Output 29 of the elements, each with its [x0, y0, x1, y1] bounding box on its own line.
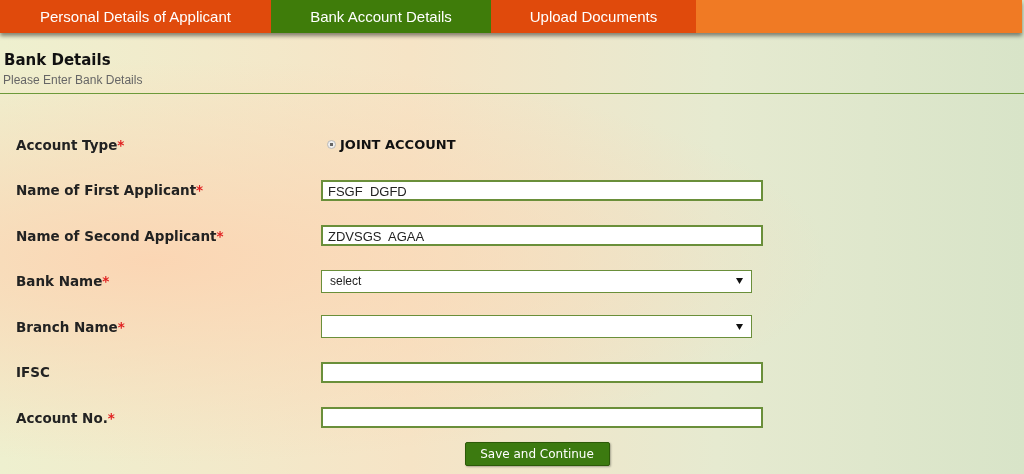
field-label: Account No. — [16, 409, 108, 426]
field-label: Branch Name — [16, 318, 118, 335]
save-button[interactable]: Save and Continue — [464, 441, 610, 466]
field-label: Bank Name — [16, 273, 103, 290]
tab[interactable]: Personal Details of Applicant — [0, 0, 271, 33]
caret-icon — [736, 323, 743, 330]
field-label: IFSC — [16, 364, 50, 381]
input-field[interactable]: FSGF DGFD — [321, 179, 763, 201]
radio-label: JOINT ACCOUNT — [340, 137, 456, 153]
tab[interactable]: Upload Documents — [491, 0, 696, 33]
section-subtitle: Please Enter Bank Details — [3, 73, 144, 87]
dropdown[interactable] — [321, 315, 752, 339]
field-label: Name of Second Applicant — [16, 227, 217, 244]
input-field[interactable] — [321, 361, 763, 383]
radio-button[interactable] — [327, 140, 336, 150]
field-label: Account Type — [16, 136, 118, 153]
dropdown[interactable]: select — [321, 269, 752, 293]
required-mark: * — [107, 409, 115, 426]
input-field[interactable] — [321, 407, 763, 429]
required-mark: * — [117, 318, 125, 335]
required-mark: * — [117, 136, 125, 153]
required-mark: * — [216, 227, 224, 244]
required-mark: * — [102, 273, 110, 290]
field-label: Name of First Applicant — [16, 182, 197, 199]
input-field[interactable]: ZDVSGS AGAA — [321, 225, 763, 247]
required-mark: * — [196, 182, 204, 199]
tab[interactable]: Bank Account Details — [271, 0, 491, 33]
caret-icon — [736, 278, 743, 285]
section-title: Bank Details — [4, 51, 112, 69]
